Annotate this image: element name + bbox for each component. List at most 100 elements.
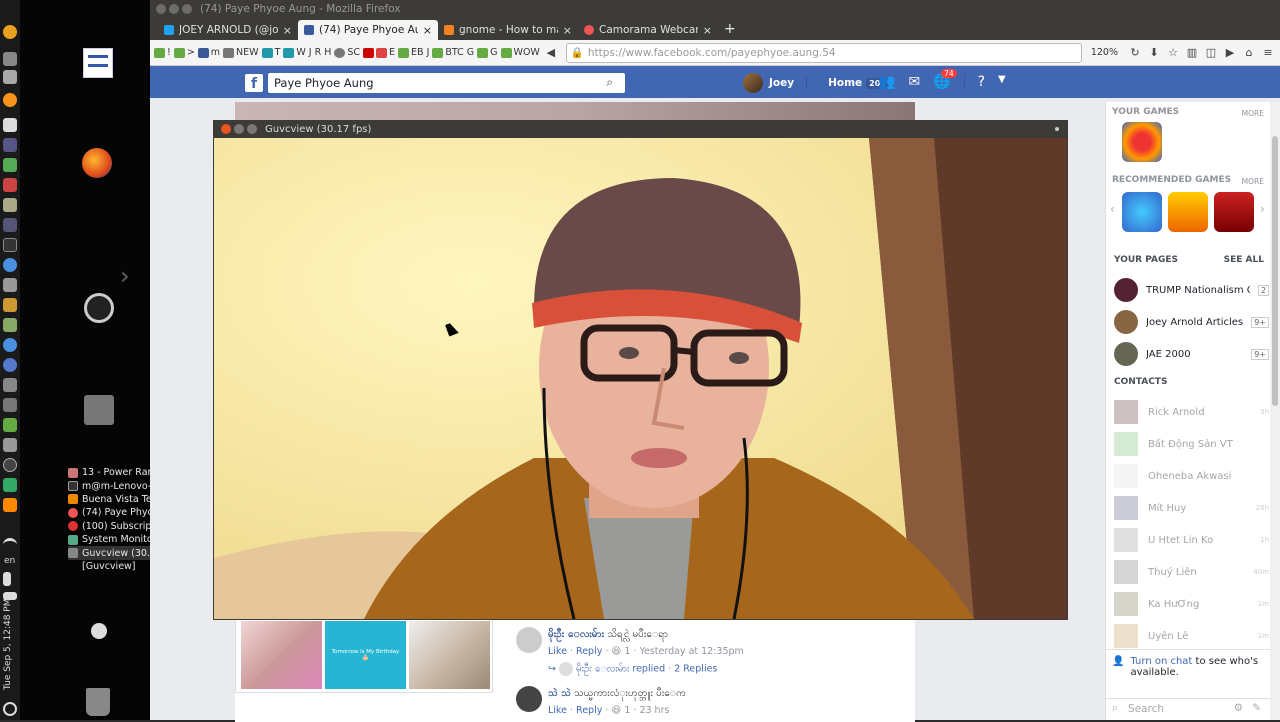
atom-icon[interactable] xyxy=(3,358,17,372)
friends-icon[interactable]: 👥 xyxy=(878,74,895,90)
close-tab-icon[interactable]: × xyxy=(283,24,292,37)
home-icon[interactable]: ⌂ xyxy=(1241,45,1257,61)
home-link[interactable]: Home xyxy=(828,77,862,89)
lang-indicator[interactable]: en xyxy=(4,556,15,566)
gear-icon[interactable]: ⚙ xyxy=(1234,702,1243,714)
like-link[interactable]: Like xyxy=(548,646,567,657)
edit-icon[interactable] xyxy=(3,118,17,132)
menu-icon[interactable]: ≡ xyxy=(1260,45,1276,61)
contact-item-3[interactable]: Mít Huy 20h xyxy=(1114,496,1269,520)
chevron-left-icon[interactable]: ‹ xyxy=(1110,202,1115,216)
chevron-right-icon[interactable]: › xyxy=(120,262,140,292)
bookmark-11[interactable]: EB xyxy=(398,47,424,58)
library-icon[interactable]: ▥ xyxy=(1184,45,1200,61)
chevron-right-icon[interactable]: › xyxy=(1260,202,1265,216)
search-input[interactable]: Paye Phyoe Aung ⌕ xyxy=(268,73,625,93)
comment-time[interactable]: 23 hrs xyxy=(639,705,669,716)
like-link[interactable]: Like xyxy=(548,705,567,716)
more-link[interactable]: MORE xyxy=(1242,109,1264,118)
back-icon[interactable]: ◀ xyxy=(543,45,559,61)
maximize-icon[interactable] xyxy=(182,4,192,14)
see-all-link[interactable]: SEE ALL xyxy=(1224,255,1264,265)
new-tab-button[interactable]: + xyxy=(718,21,742,40)
folder-icon[interactable] xyxy=(3,198,17,212)
bookmark-16[interactable]: WOW xyxy=(500,47,540,58)
sheet-icon[interactable] xyxy=(3,158,17,172)
cover-photo[interactable] xyxy=(235,102,915,122)
chat-search-input[interactable]: ⌕ Search ⚙ ✎ xyxy=(1106,698,1271,720)
volume-icon[interactable] xyxy=(3,572,11,586)
bookmark-4[interactable]: T xyxy=(261,47,280,58)
photo-3[interactable] xyxy=(409,621,490,689)
apps-icon[interactable] xyxy=(3,178,17,192)
obs-icon[interactable] xyxy=(3,458,17,472)
bookmark-5[interactable]: W xyxy=(283,47,306,58)
network-icon[interactable] xyxy=(3,398,17,412)
close-icon[interactable] xyxy=(221,124,231,134)
webcam-preview[interactable] xyxy=(214,138,1067,619)
comment-author[interactable]: သဲ သဲ xyxy=(548,688,571,699)
image-icon[interactable] xyxy=(3,318,17,332)
scroll-thumb[interactable] xyxy=(1272,136,1278,406)
bitcoin-icon[interactable] xyxy=(3,93,17,107)
app-icon[interactable] xyxy=(3,418,17,432)
compose-icon[interactable]: ✎ xyxy=(1252,702,1261,714)
page-scrollbar[interactable] xyxy=(1270,102,1280,720)
avatar[interactable] xyxy=(516,686,542,712)
tab-stackoverflow[interactable]: gnome - How to make× xyxy=(438,20,578,40)
minimize-icon[interactable] xyxy=(234,124,244,134)
photo-2[interactable]: Tomorrow is My Birthday 🎂 xyxy=(325,621,406,689)
zoom-level[interactable]: 120% xyxy=(1085,47,1124,58)
bitcoin-icon[interactable] xyxy=(3,25,17,39)
avatar[interactable] xyxy=(516,627,542,653)
bookmark-2[interactable]: m xyxy=(197,47,220,58)
minimize-icon[interactable] xyxy=(169,4,179,14)
term-icon[interactable] xyxy=(3,478,17,492)
close-tab-icon[interactable]: × xyxy=(563,24,572,37)
contact-item-0[interactable]: Rick Arnold 3h xyxy=(1114,400,1269,424)
reply-author[interactable]: မိုးဦး ေလးမ်ား xyxy=(576,664,629,675)
bookmark-6[interactable]: J xyxy=(309,47,312,58)
pocket-icon[interactable]: ◫ xyxy=(1203,45,1219,61)
contact-item-4[interactable]: U Htet Lin Ko 1h xyxy=(1114,528,1269,552)
messenger-icon[interactable]: ✉ xyxy=(908,74,920,90)
drive-icon[interactable] xyxy=(84,395,114,425)
close-tab-icon[interactable]: × xyxy=(423,24,432,37)
contact-item-5[interactable]: Thuý Liên 40m xyxy=(1114,560,1269,584)
download-icon[interactable]: ⬇ xyxy=(1146,45,1162,61)
tab-twitter[interactable]: JOEY ARNOLD (@joey× xyxy=(158,20,298,40)
reload-icon[interactable]: ↻ xyxy=(1127,45,1143,61)
chrome-icon[interactable] xyxy=(3,258,17,272)
bookmark-1[interactable]: > xyxy=(173,47,195,58)
replies-link[interactable]: 2 Replies xyxy=(674,664,717,675)
chrome-icon[interactable] xyxy=(3,338,17,352)
notifications-icon[interactable]: 🌐 74 xyxy=(933,69,957,90)
game-bingo-sale[interactable] xyxy=(1168,192,1208,232)
clock[interactable]: Tue Sep 5, 12:48 PM xyxy=(3,599,13,691)
wifi-icon[interactable] xyxy=(3,538,17,552)
maximize-icon[interactable] xyxy=(247,124,257,134)
folder-icon[interactable] xyxy=(3,298,17,312)
photo-1[interactable] xyxy=(241,621,322,689)
trash-icon[interactable] xyxy=(86,688,110,716)
more-link[interactable]: MORE xyxy=(1242,177,1264,186)
youtube-icon[interactable]: ▶ xyxy=(1222,45,1238,61)
bookmark-3[interactable]: NEW xyxy=(223,47,259,58)
screen-icon[interactable] xyxy=(3,378,17,392)
star-icon[interactable]: ☆ xyxy=(1165,45,1181,61)
search-icon[interactable]: ⌕ xyxy=(606,75,613,90)
comment-time[interactable]: Yesterday at 12:35pm xyxy=(639,646,743,657)
facebook-logo-icon[interactable]: f xyxy=(245,74,263,92)
monitor-icon[interactable] xyxy=(3,218,17,232)
guvcview-titlebar[interactable]: Guvcview (30.17 fps) xyxy=(213,120,1068,138)
contact-item-6[interactable]: Ka HưƠng 1m xyxy=(1114,592,1269,616)
bookmark-10[interactable]: E xyxy=(363,47,395,58)
notes-icon[interactable] xyxy=(3,52,17,66)
bookmark-14[interactable]: G xyxy=(467,47,474,58)
contact-item-7[interactable]: Uyên Lê 1m xyxy=(1114,624,1269,648)
chevron-down-icon[interactable]: ▼ xyxy=(998,74,1006,90)
chrome-icon[interactable] xyxy=(3,438,17,452)
page-item-1[interactable]: Joey Arnold Articles 9+ xyxy=(1114,310,1269,334)
gear-icon[interactable] xyxy=(3,278,17,292)
avatar[interactable] xyxy=(743,73,763,93)
